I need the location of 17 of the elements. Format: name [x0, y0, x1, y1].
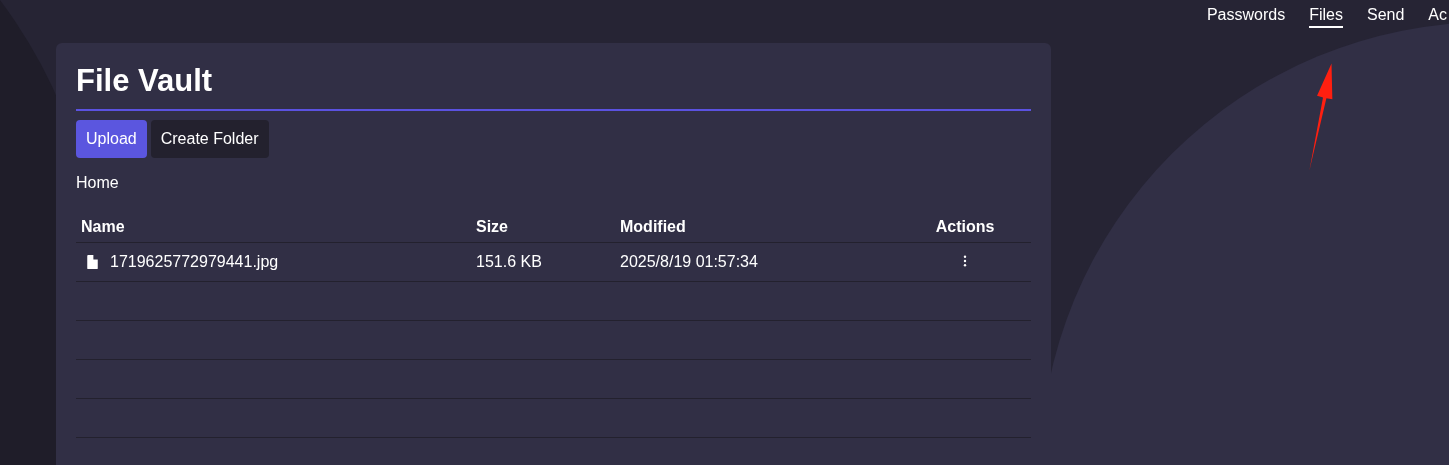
file-icon [87, 255, 98, 269]
column-header: Size [476, 218, 508, 235]
nav-link[interactable]: Ac [1428, 6, 1447, 28]
nav-link[interactable]: Passwords [1206, 6, 1286, 28]
breadcrumb[interactable]: Home [76, 174, 119, 192]
page-title: File Vault [76, 63, 1031, 111]
column-header: Actions [935, 218, 995, 235]
nav-link[interactable]: Send [1366, 6, 1405, 28]
nav-link[interactable]: Files [1309, 6, 1343, 28]
file-name[interactable]: 1719625772979441.jpg [110, 253, 279, 271]
file-size: 151.6 KB [476, 253, 542, 270]
upload-button[interactable]: Upload [76, 120, 147, 158]
modified-date: 2025/8/19 01:57:34 [620, 253, 758, 270]
create-folder-button[interactable]: Create Folder [150, 120, 269, 158]
column-header: Name [81, 218, 125, 235]
more-icon[interactable] [963, 255, 968, 267]
column-header: Modified [620, 218, 686, 235]
